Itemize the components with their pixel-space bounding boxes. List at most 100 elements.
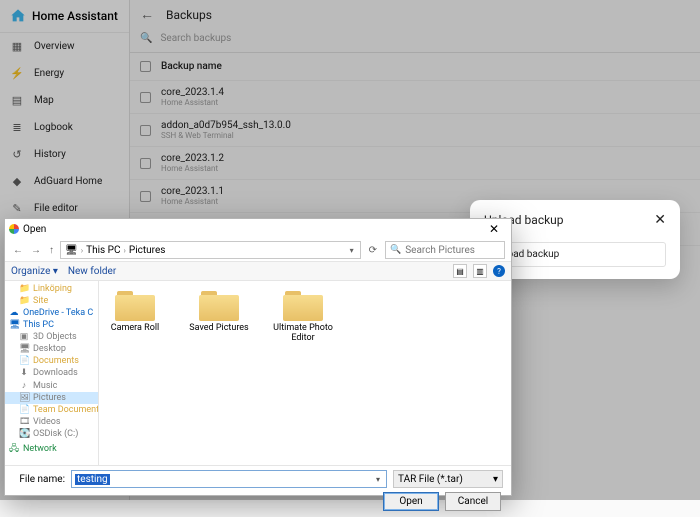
tree-item[interactable]: 📄Team Document <box>5 404 98 416</box>
pc-icon: 🖥 <box>65 245 78 256</box>
file-editor-icon: ✎ <box>10 202 24 215</box>
help-icon[interactable]: ? <box>493 265 505 277</box>
file-name-dropdown-icon[interactable]: ▾ <box>373 475 383 484</box>
tree-item[interactable]: 🖥 Desktop <box>5 343 98 355</box>
tree-item-icon: 📁 <box>19 296 29 306</box>
cancel-button[interactable]: Cancel <box>445 492 501 511</box>
tree-item[interactable]: 📁 Site <box>5 295 98 307</box>
tree-item[interactable]: ♪Music <box>5 379 98 392</box>
back-icon[interactable]: ← <box>140 6 154 23</box>
tree-item[interactable]: ⬇ Downloads <box>5 367 98 379</box>
nav-item-energy[interactable]: ⚡Energy <box>0 60 129 87</box>
tree-item-label: Pictures <box>33 393 66 403</box>
map-icon: ▤ <box>10 94 24 107</box>
folder-saved-pictures[interactable]: Saved Pictures <box>189 289 249 334</box>
folder-camera-roll[interactable]: Camera Roll <box>105 289 165 334</box>
ha-topbar: ← Backups <box>130 0 700 29</box>
overview-icon: ▦ <box>10 40 24 53</box>
tree-item[interactable]: 🖧 Network <box>5 440 98 458</box>
tree-item-label: Linköping <box>33 284 72 294</box>
tree-item-label: OneDrive - Teka C <box>23 308 93 318</box>
history-icon: ↺ <box>10 148 24 161</box>
backup-row[interactable]: addon_a0d7b954_ssh_13.0.0SSH & Web Termi… <box>130 114 700 147</box>
tree-item-label: 3D Objects <box>33 332 77 342</box>
dialog-titlebar: Open ✕ <box>5 219 511 239</box>
file-grid: Camera Roll Saved Pictures Ultimate Phot… <box>99 281 511 465</box>
folder-icon <box>115 289 155 321</box>
search-icon: 🔍 <box>140 33 152 44</box>
tree-item-label: This PC <box>23 320 54 330</box>
select-all-checkbox[interactable] <box>140 61 151 72</box>
tree-item-label: Network <box>23 444 57 454</box>
chevron-down-icon: ▾ <box>493 474 498 485</box>
backup-search[interactable]: 🔍 Search backups <box>130 29 700 53</box>
nav-item-overview[interactable]: ▦Overview <box>0 33 129 60</box>
tree-item[interactable]: 📁Linköping <box>5 283 98 295</box>
path-breadcrumb[interactable]: 🖥 › This PC › Pictures ▾ <box>60 241 361 259</box>
logbook-icon: ≣ <box>10 121 24 134</box>
backup-table-header: Backup name <box>130 53 700 81</box>
tree-item-icon: ▣ <box>19 332 29 342</box>
dialog-footer: File name: testing ▾ TAR File (*.tar) ▾ … <box>5 465 511 517</box>
tree-item-label: Team Document <box>33 405 99 415</box>
tree-item[interactable]: ☁ OneDrive - Teka C <box>5 307 98 319</box>
nav-item-adguard[interactable]: ◆AdGuard Home <box>0 168 129 195</box>
row-checkbox[interactable] <box>140 92 151 103</box>
row-checkbox[interactable] <box>140 125 151 136</box>
file-name-label: File name: <box>13 474 65 485</box>
dialog-toolbar: Organize ▾ New folder ▤ ▥ ? <box>5 261 511 281</box>
row-checkbox[interactable] <box>140 158 151 169</box>
nav-item-history[interactable]: ↺History <box>0 141 129 168</box>
file-search-input[interactable]: 🔍 Search Pictures <box>385 241 505 259</box>
tree-item-icon: ☁ <box>9 308 19 318</box>
dialog-close-button[interactable]: ✕ <box>481 221 507 237</box>
row-checkbox[interactable] <box>140 191 151 202</box>
file-name-value: testing <box>75 474 110 485</box>
tree-item[interactable]: 📄 Documents <box>5 355 98 367</box>
close-icon[interactable]: ✕ <box>654 212 666 228</box>
tree-item-icon: 💽 <box>19 429 29 439</box>
tree-item-label: OSDisk (C:) <box>33 429 78 439</box>
nav-up-icon[interactable]: ↑ <box>47 245 56 256</box>
path-seg-pictures[interactable]: Pictures <box>129 245 166 256</box>
new-folder-button[interactable]: New folder <box>68 266 116 277</box>
tree-item-icon: 📄 <box>19 356 29 366</box>
adguard-icon: ◆ <box>10 175 24 188</box>
col-backup-name: Backup name <box>161 61 222 72</box>
path-seg-this-pc[interactable]: This PC <box>86 245 120 256</box>
tree-item-label: Downloads <box>33 368 78 378</box>
tree-item-icon: ⬇ <box>19 368 29 378</box>
nav-item-map[interactable]: ▤Map <box>0 87 129 114</box>
tree-item-label: Documents <box>33 356 79 366</box>
folder-ultimate-photo-editor[interactable]: Ultimate Photo Editor <box>273 289 333 344</box>
search-icon: 🔍 <box>390 245 401 255</box>
tree-item-label: Site <box>33 296 48 306</box>
preview-pane-button[interactable]: ▥ <box>473 264 487 278</box>
tree-item[interactable]: 🖼Pictures <box>5 392 98 404</box>
refresh-icon[interactable]: ⟳ <box>365 245 381 256</box>
tree-item[interactable]: 🖥This PC <box>5 319 98 331</box>
tree-item-icon: 🖧 <box>9 441 19 457</box>
folder-icon <box>199 289 239 321</box>
tree-item[interactable]: ▣ 3D Objects <box>5 331 98 343</box>
nav-back-icon[interactable]: ← <box>11 245 25 256</box>
tree-item[interactable]: 🎞Videos <box>5 416 98 428</box>
tree-item[interactable]: 💽 OSDisk (C:) <box>5 428 98 440</box>
view-mode-button[interactable]: ▤ <box>453 264 467 278</box>
file-type-filter[interactable]: TAR File (*.tar) ▾ <box>393 470 503 488</box>
nav-item-logbook[interactable]: ≣Logbook <box>0 114 129 141</box>
tree-item-icon: 🖥 <box>19 344 29 354</box>
open-button[interactable]: Open <box>383 492 439 511</box>
search-placeholder: Search Pictures <box>405 245 475 256</box>
energy-icon: ⚡ <box>10 67 24 80</box>
file-name-input[interactable]: testing ▾ <box>71 470 387 488</box>
backup-row[interactable]: core_2023.1.2Home Assistant <box>130 147 700 180</box>
tree-item-label: Music <box>33 381 57 391</box>
path-dropdown-icon[interactable]: ▾ <box>350 246 356 255</box>
tree-item-label: Desktop <box>33 344 66 354</box>
backup-row[interactable]: core_2023.1.4Home Assistant <box>130 81 700 114</box>
folder-tree: 📁Linköping📁Site☁OneDrive - Teka C🖥This P… <box>5 281 99 465</box>
organize-menu[interactable]: Organize ▾ <box>11 266 58 277</box>
nav-forward-icon[interactable]: → <box>29 245 43 256</box>
ha-logo: Home Assistant <box>0 0 129 33</box>
